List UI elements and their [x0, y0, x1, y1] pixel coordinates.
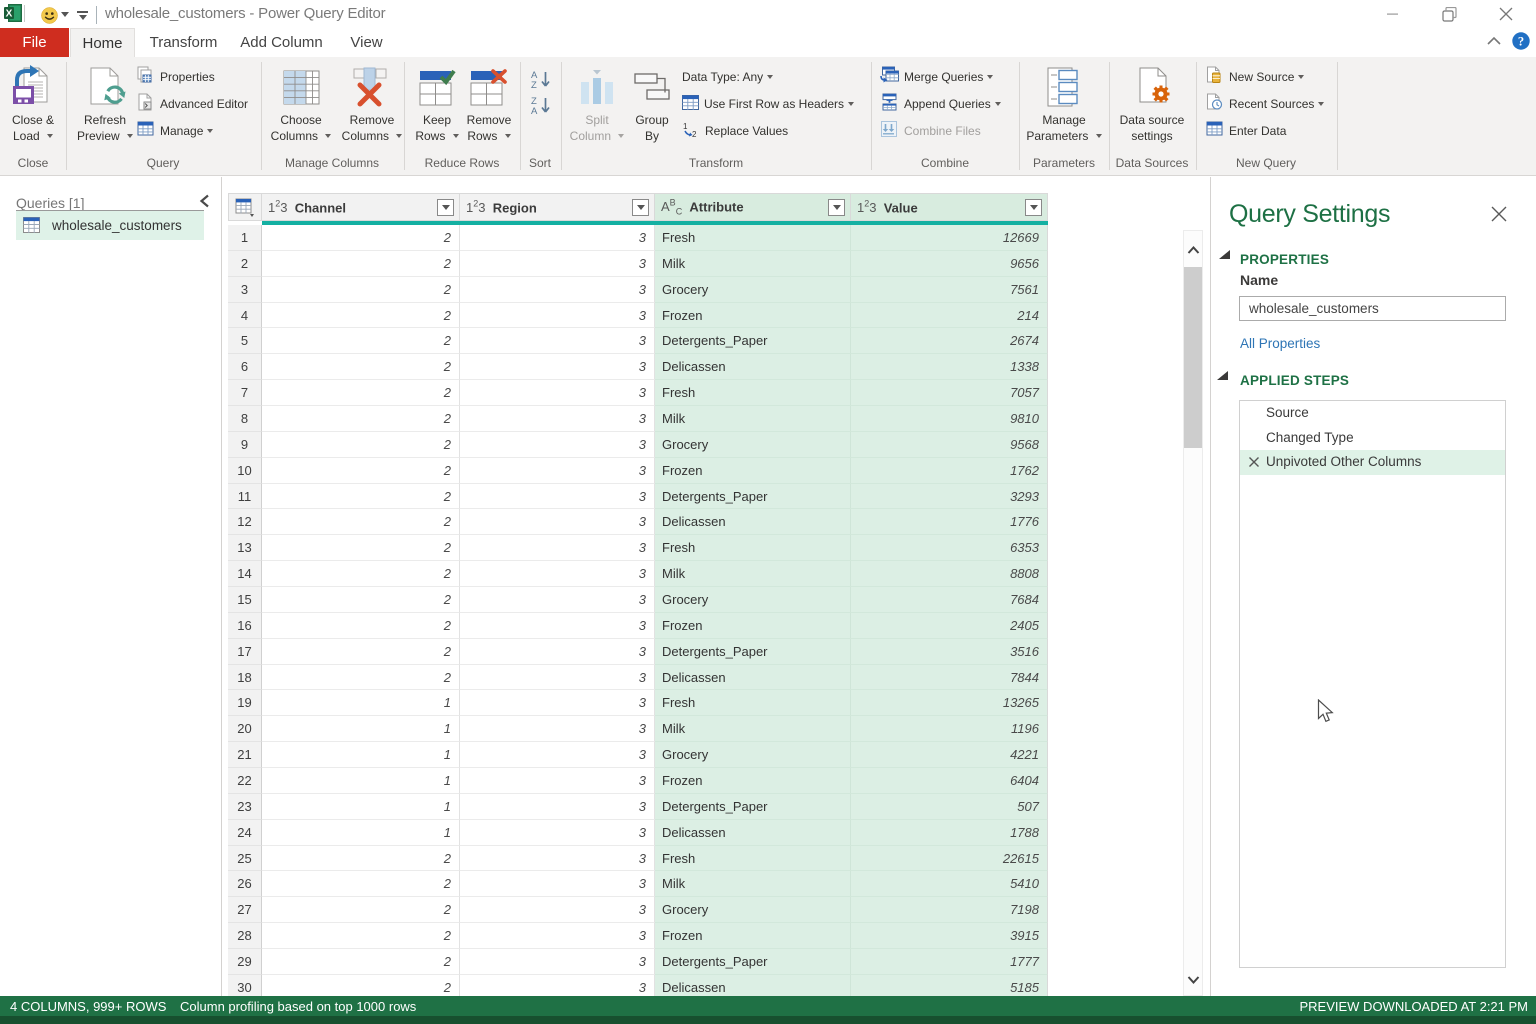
svg-text:Z: Z [531, 80, 537, 91]
svg-text:2: 2 [692, 130, 697, 138]
svg-text:1: 1 [683, 122, 688, 131]
svg-text:?: ? [1518, 35, 1524, 49]
svg-text:X: X [6, 9, 13, 20]
svg-text:A: A [531, 106, 538, 115]
